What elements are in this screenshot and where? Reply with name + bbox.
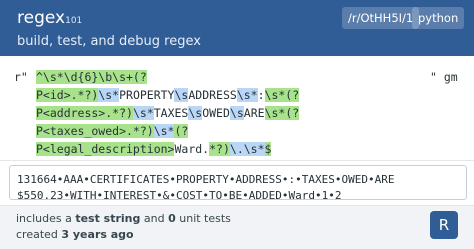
regex-group-token: \s*(? [264,88,300,102]
regex-line-3: P<address>.*?)\s*TAXES\sOWED\sARE\s*(? [36,104,300,122]
regex-group-token: P<legal_description> [36,142,175,156]
avatar[interactable]: R [430,211,458,239]
footer-created: created 3 years ago [16,228,134,241]
logo[interactable]: regex101 [17,8,82,28]
regex-literal-token: Ward. [174,142,210,156]
regex-literal-token: ARE [243,106,265,120]
regex-literal-token: OWED [202,106,230,120]
regex-open-delimiter: r" [14,70,28,84]
footer-created-date: 3 years ago [61,228,134,241]
regex-whitespace-token: \s* [153,124,175,138]
regex-whitespace-token: \s* [243,142,265,156]
footer-info: includes a test string and 0 unit tests [16,212,231,225]
regex-editor[interactable]: r" " gm ^\s*\d{6}\b\s+(? P<id>.*?)\s*PRO… [0,56,474,160]
regex-whitespace-token: \s [174,88,189,102]
regex-group-token: P<id>.*?) [36,88,99,102]
regex-whitespace-token: \. [229,142,244,156]
regex-line-2: P<id>.*?)\s*PROPERTY\sADDRESS\s*:\s*(? [36,86,300,104]
test-string-line-2: $550.23•WITH•INTEREST•&•COST•TO•BE•ADDED… [17,189,342,200]
test-string-box[interactable]: 131664•AAA•CERTIFICATES•PROPERTY•ADDRESS… [9,165,467,200]
regex-line-5: P<legal_description>Ward.*?)\.\s*$ [36,140,272,158]
regex-whitespace-token: \s* [132,106,154,120]
regex-link-badge[interactable]: /r/OtHH5I/1 [342,7,420,29]
footer-text: unit tests [175,212,231,225]
logo-sub: 101 [65,16,83,26]
regex-group-token: P<address>.*?) [36,106,133,120]
footer-unit-test-count: 0 [168,212,176,225]
regex-whitespace-token: \s* [236,88,258,102]
footer-text: and [140,212,169,225]
regex-group-token: ^\s*\d{6}\b\s+(? [36,70,147,84]
regex-whitespace-token: \s [188,106,203,120]
regex-group-token: (? [174,124,189,138]
regex-flags[interactable]: " gm [430,68,458,86]
regex-literal-token: PROPERTY [119,88,175,102]
test-string-line-1: 131664•AAA•CERTIFICATES•PROPERTY•ADDRESS… [17,173,395,186]
tagline: build, test, and debug regex [17,34,201,49]
regex-group-token: *?) [209,142,230,156]
logo-main: regex [17,8,66,28]
section-divider [0,160,474,161]
regex-line-1: ^\s*\d{6}\b\s+(? [36,68,147,86]
site-header: regex101 build, test, and debug regex /r… [0,0,474,56]
regex-whitespace-token: \s [229,106,244,120]
footer: includes a test string and 0 unit tests … [0,205,474,249]
regex-group-token: \s*(? [264,106,300,120]
regex-line-4: P<taxes_owed>.*?)\s*(? [36,122,189,140]
regex-literal-token: ADDRESS [188,88,237,102]
regex-group-token: $ [264,142,272,156]
regex-literal-token: TAXES [153,106,189,120]
footer-text: includes a [16,212,76,225]
footer-test-string: test string [75,212,141,225]
regex-literal-token: : [257,88,265,102]
flavor-badge[interactable]: python [412,7,465,29]
footer-text: created [16,228,62,241]
regex-whitespace-token: \s* [98,88,120,102]
regex-group-token: P<taxes_owed>.*?) [36,124,154,138]
